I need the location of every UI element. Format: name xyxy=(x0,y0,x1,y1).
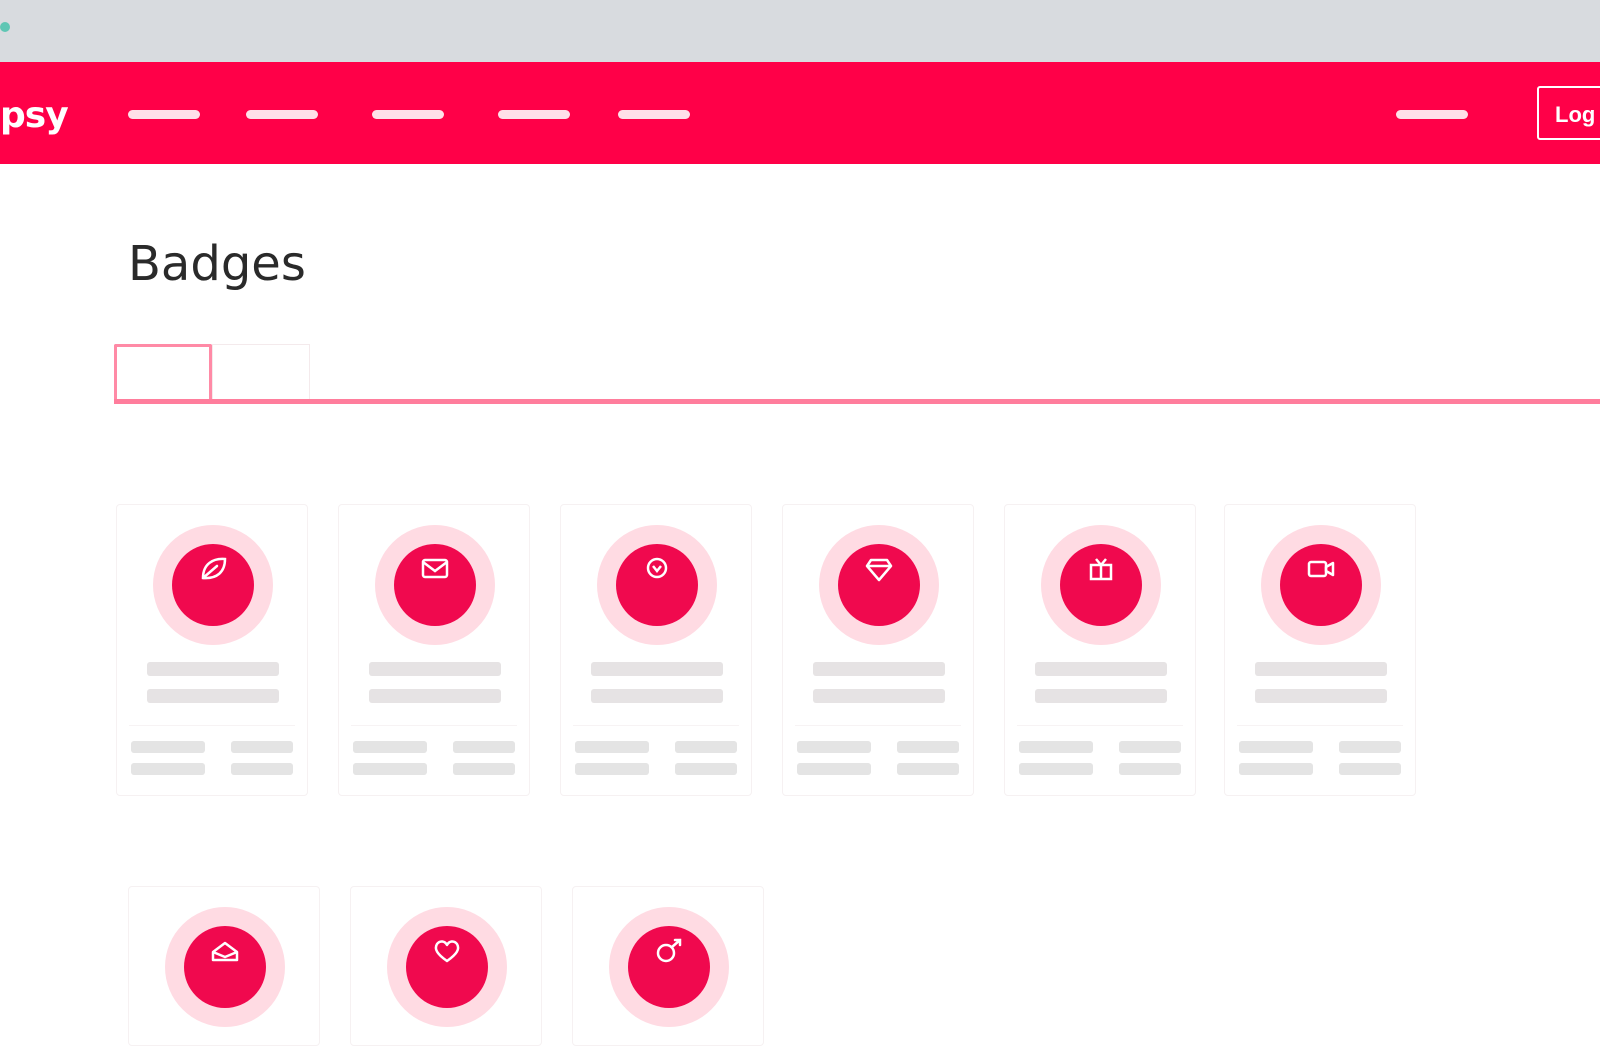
badge-stat-left xyxy=(1239,741,1313,785)
top-navbar: psy Log xyxy=(0,62,1600,164)
badge-title-line xyxy=(813,662,945,676)
badge-medallion xyxy=(1060,544,1142,626)
video-icon xyxy=(1305,554,1337,584)
badge-stat-right xyxy=(453,741,515,785)
tab-1[interactable] xyxy=(114,344,212,404)
badge-card[interactable] xyxy=(1224,504,1416,796)
badge-medallion xyxy=(838,544,920,626)
badge-card[interactable] xyxy=(116,504,308,796)
badge-subtitle-line xyxy=(813,689,945,703)
badge-stat-left xyxy=(575,741,649,785)
badge-halo xyxy=(609,907,729,1027)
badge-medallion xyxy=(394,544,476,626)
badge-medallion xyxy=(628,926,710,1008)
badge-subtitle-line xyxy=(369,689,501,703)
badge-stat-left xyxy=(353,741,427,785)
tab-underline xyxy=(114,399,1600,404)
login-button-label: Log xyxy=(1555,102,1596,127)
envelope-icon xyxy=(419,554,451,584)
badge-subtitle-line xyxy=(1255,689,1387,703)
badge-stat-right xyxy=(675,741,737,785)
badge-halo xyxy=(819,525,939,645)
badge-medallion xyxy=(184,926,266,1008)
nav-item-1[interactable] xyxy=(128,110,200,119)
badge-halo xyxy=(153,525,273,645)
badge-card[interactable] xyxy=(560,504,752,796)
badge-stat-left xyxy=(1019,741,1093,785)
badge-title-line xyxy=(147,662,279,676)
nav-item-5[interactable] xyxy=(618,110,690,119)
card-divider xyxy=(129,725,295,726)
badge-card[interactable] xyxy=(782,504,974,796)
badge-card[interactable] xyxy=(572,886,764,1046)
badge-medallion xyxy=(616,544,698,626)
badge-halo xyxy=(597,525,717,645)
badge-stat-right xyxy=(1339,741,1401,785)
emblem-icon xyxy=(641,554,673,584)
badge-title-line xyxy=(369,662,501,676)
card-divider xyxy=(1237,725,1403,726)
badge-title-line xyxy=(1255,662,1387,676)
badge-card[interactable] xyxy=(128,886,320,1046)
badge-title-line xyxy=(591,662,723,676)
badge-medallion xyxy=(406,926,488,1008)
badge-subtitle-line xyxy=(147,689,279,703)
badge-stat-right xyxy=(1119,741,1181,785)
badge-subtitle-line xyxy=(591,689,723,703)
badge-card[interactable] xyxy=(1004,504,1196,796)
badge-halo xyxy=(1041,525,1161,645)
badge-medallion xyxy=(1280,544,1362,626)
logo[interactable]: psy xyxy=(0,96,69,136)
rocket-icon xyxy=(653,936,685,966)
badge-halo xyxy=(375,525,495,645)
nav-item-2[interactable] xyxy=(246,110,318,119)
card-divider xyxy=(573,725,739,726)
card-divider xyxy=(795,725,961,726)
badge-halo xyxy=(165,907,285,1027)
badge-halo xyxy=(1261,525,1381,645)
mail-icon xyxy=(209,936,241,966)
nav-item-4[interactable] xyxy=(498,110,570,119)
card-divider xyxy=(1017,725,1183,726)
badge-stat-right xyxy=(897,741,959,785)
nav-item-account[interactable] xyxy=(1396,110,1468,119)
badge-stat-left xyxy=(797,741,871,785)
badge-halo xyxy=(387,907,507,1027)
badge-subtitle-line xyxy=(1035,689,1167,703)
heart-icon xyxy=(431,936,463,966)
diamond-icon xyxy=(863,554,895,584)
gift-icon xyxy=(1085,554,1117,584)
nav-item-3[interactable] xyxy=(372,110,444,119)
page-title: Badges xyxy=(128,236,306,292)
login-button[interactable]: Log xyxy=(1537,86,1600,140)
badge-card[interactable] xyxy=(350,886,542,1046)
badge-medallion xyxy=(172,544,254,626)
browser-tab-indicator xyxy=(0,22,10,32)
badge-stat-left xyxy=(131,741,205,785)
leaf-icon xyxy=(197,554,229,584)
browser-toolbar xyxy=(0,0,1600,62)
badge-card[interactable] xyxy=(338,504,530,796)
badge-title-line xyxy=(1035,662,1167,676)
tab-2[interactable] xyxy=(212,344,310,404)
card-divider xyxy=(351,725,517,726)
badge-stat-right xyxy=(231,741,293,785)
